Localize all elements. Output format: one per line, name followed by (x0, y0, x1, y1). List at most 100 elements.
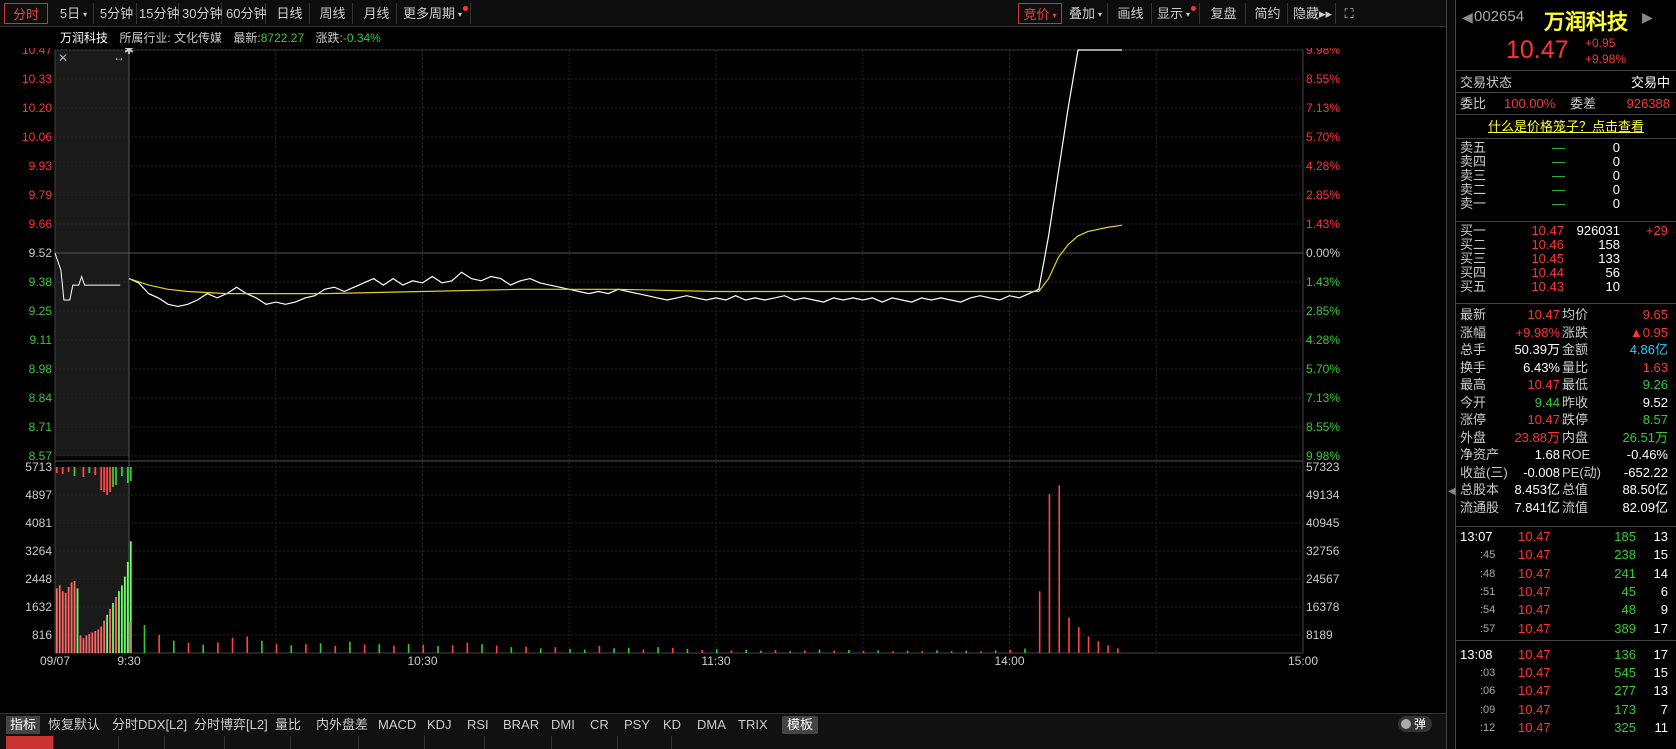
y-pct-tick-label: 8.55% (1306, 420, 1340, 434)
sub-tab-3[interactable] (168, 736, 225, 749)
bid-row[interactable]: 买三 10.45 133 (1456, 252, 1676, 266)
stock-name: 万润科技 (1544, 11, 1628, 34)
panel-divider[interactable]: ◀ (1446, 0, 1456, 749)
auction-bar (100, 467, 103, 490)
indicator-tab-2[interactable]: 分时DDX[L2] (112, 716, 187, 734)
toolbar-btn-8[interactable]: 月线 (357, 3, 397, 24)
y-tick-label: 9.11 (30, 333, 53, 347)
sub-tab-7[interactable] (428, 736, 485, 749)
sub-tab-1[interactable] (57, 736, 119, 749)
ask-row[interactable]: 卖四 — 0 (1456, 155, 1676, 169)
indicator-tab-3[interactable]: 分时博弈[L2] (194, 716, 268, 734)
stat-value: 1.68 (1534, 447, 1560, 462)
toolbar-btn-4[interactable]: 30分钟 (182, 3, 222, 24)
stock-code: 002654 (1474, 8, 1525, 25)
indicator-tab-11[interactable]: CR (590, 716, 609, 734)
tick-row: :57 10.47 389 17 (1456, 620, 1676, 638)
indicator-tab-14[interactable]: DMA (697, 716, 726, 734)
indicator-tab-1[interactable]: 恢复默认 (48, 716, 100, 734)
intraday-chart[interactable]: 10.47 9.98% 10.33 8.55% 10.20 7.13% 10.06 5.70%… (0, 48, 1346, 713)
indicator-tab-16[interactable]: 模板 (782, 716, 819, 734)
y-tick-label: 9.66 (29, 217, 53, 231)
indicator-tab-bar: 指标 恢复默认 分时DDX[L2] 分时博弈[L2] 量比 内外盘差 MACD KDJ RSI B… (0, 713, 1446, 736)
ask-row[interactable]: 卖五 — 0 (1456, 141, 1676, 155)
ask-row[interactable]: 卖二 — 0 (1456, 183, 1676, 197)
separator (1456, 70, 1676, 71)
toolbar-btn-0[interactable]: 分时 (4, 3, 48, 24)
toolbar-right-btn-1[interactable]: 叠加 ▾ (1064, 3, 1108, 24)
tick-volume: 545 (1614, 665, 1636, 681)
tick-count: 15 (1653, 665, 1668, 681)
indicator-tab-13[interactable]: KD (663, 716, 681, 734)
collapse-arrow-icon[interactable]: ◀ (1448, 486, 1456, 504)
tick-volume: 277 (1614, 683, 1636, 699)
volume-bar (393, 645, 395, 653)
ask-row[interactable]: 卖三 — 0 (1456, 169, 1676, 183)
toolbar-right-btn-2[interactable]: 画线 (1110, 3, 1152, 24)
toolbar-btn-6[interactable]: 日线 (270, 3, 310, 24)
y-tick-label: 8.71 (29, 420, 53, 434)
indicator-tab-5[interactable]: 内外盘差 (316, 716, 368, 734)
toolbar-btn-5[interactable]: 60分钟 (226, 3, 266, 24)
toolbar-right-btn-3[interactable]: 显示 ▾ (1154, 3, 1200, 24)
auction-bar (82, 467, 85, 477)
toolbar-btn-7[interactable]: 周线 (313, 3, 353, 24)
sub-tab-6[interactable] (362, 736, 425, 749)
separator (1456, 138, 1676, 139)
sub-tab-2[interactable] (122, 736, 165, 749)
price-cage-link[interactable]: 什么是价格笼子？点击查看 (1488, 119, 1644, 134)
indicator-tab-6[interactable]: MACD (378, 716, 416, 734)
indicator-tab-12[interactable]: PSY (624, 716, 650, 734)
sub-tab-5[interactable] (294, 736, 359, 749)
indicator-tab-10[interactable]: DMI (551, 716, 575, 734)
indicator-tab-0[interactable]: 指标 (6, 716, 41, 734)
volume-bar (627, 647, 630, 653)
toolbar-right-btn-5[interactable]: 简约 (1248, 3, 1288, 24)
sub-tab-0[interactable] (6, 736, 54, 749)
sub-tab-10[interactable] (621, 736, 672, 749)
bid-row[interactable]: 买二 10.46 158 (1456, 238, 1676, 252)
toolbar-right-btn-0[interactable]: 竞价 ▾ (1018, 3, 1062, 24)
volume-bar (173, 640, 175, 653)
tick-volume: 325 (1614, 720, 1636, 735)
stat-value: 10.47 (1527, 412, 1560, 427)
popup-toggle[interactable]: 弹 (1398, 716, 1432, 732)
ask-row[interactable]: 卖一 — 0 (1456, 197, 1676, 211)
prev-stock-icon[interactable]: ◀ (1462, 9, 1473, 26)
toolbar-right-btn-4[interactable]: 复盘 (1202, 3, 1246, 24)
indicator-tab-7[interactable]: KDJ (427, 716, 452, 734)
volume-bar (789, 650, 791, 653)
fullscreen-icon[interactable]: ⛶ (1338, 3, 1360, 24)
toolbar-btn-2[interactable]: 5分钟 (97, 3, 137, 24)
tick-count: 6 (1660, 583, 1668, 599)
indicator-tab-4[interactable]: 量比 (275, 716, 301, 734)
bid-price: 10.47 (1531, 223, 1564, 238)
toolbar-btn-1[interactable]: 5日 ▾ (54, 3, 94, 24)
volume-bar (466, 642, 469, 653)
sub-tab-8[interactable] (488, 736, 552, 749)
toolbar-btn-9[interactable]: 更多周期 ▾ (401, 3, 471, 24)
stat-value: 8.57 (1642, 412, 1668, 427)
volume-bar (94, 630, 97, 653)
indicator-tab-8[interactable]: RSI (467, 716, 489, 734)
auction-bar (115, 467, 117, 485)
volume-bar (275, 644, 278, 653)
indicator-tab-9[interactable]: BRAR (503, 716, 539, 734)
close-icon[interactable]: ✕ (58, 51, 68, 65)
bid-row[interactable]: 买一 10.47 926031 +29 (1456, 224, 1676, 238)
next-stock-icon[interactable]: ▶ (1642, 9, 1653, 26)
bid-row[interactable]: 买四 10.44 56 (1456, 266, 1676, 280)
toolbar-btn-3[interactable]: 15分钟 (139, 3, 179, 24)
sub-tab-9[interactable] (555, 736, 618, 749)
toolbar-right-btn-6[interactable]: 隐藏▸▸ (1290, 3, 1336, 24)
bid-price: 10.44 (1531, 265, 1564, 280)
industry-value[interactable]: 文化传媒 (174, 31, 222, 45)
notification-dot (463, 6, 469, 11)
wc-value: 926388 (1626, 96, 1670, 111)
sub-tab-4[interactable] (228, 736, 291, 749)
bid-row[interactable]: 买五 10.43 10 (1456, 280, 1676, 294)
volume-bar (701, 650, 703, 653)
volume-bar (115, 597, 117, 653)
indicator-tab-15[interactable]: TRIX (738, 716, 768, 734)
tick-time: :12 (1480, 722, 1496, 734)
